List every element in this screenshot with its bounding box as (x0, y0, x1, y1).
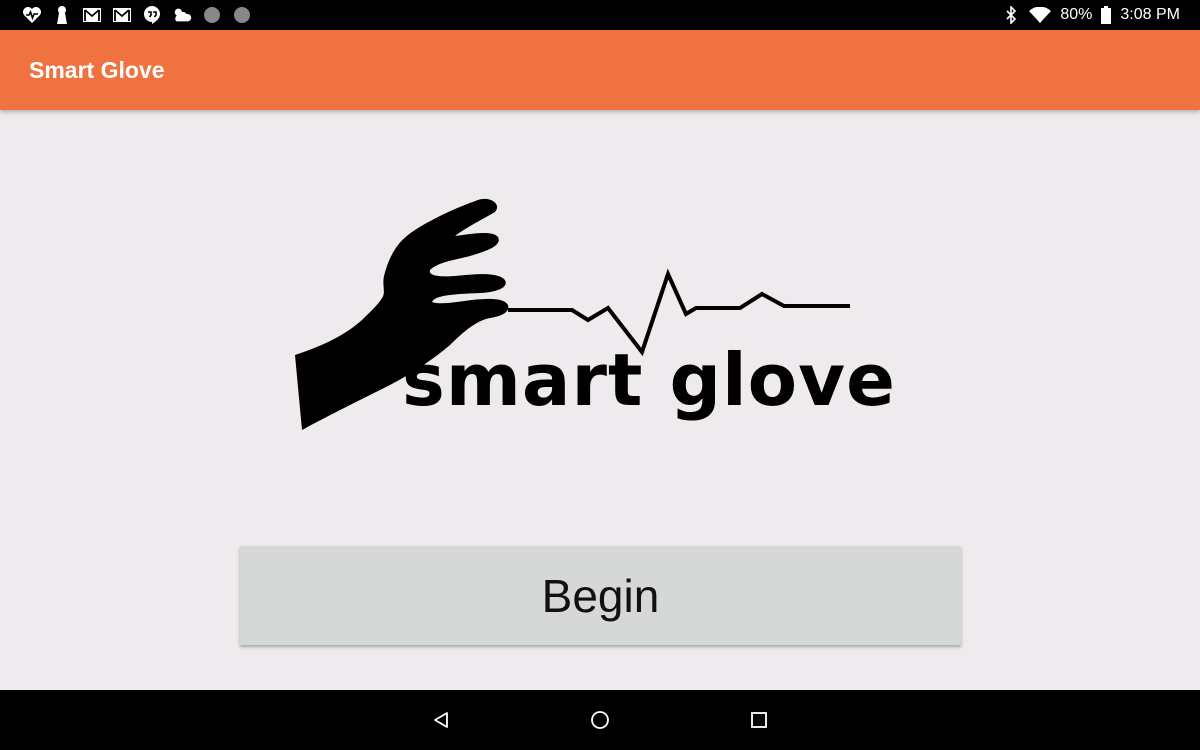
smart-glove-logo: smart glove (290, 190, 895, 460)
begin-button[interactable]: Begin (240, 546, 961, 645)
clock: 3:08 PM (1120, 6, 1180, 23)
status-bar: 80% 3:08 PM (0, 0, 1200, 30)
main-content: smart glove Begin (0, 110, 1200, 690)
screen: 80% 3:08 PM Smart Glove smart glove Begi… (0, 0, 1200, 750)
app-title: Smart Glove (29, 56, 165, 83)
recents-icon[interactable] (744, 706, 774, 734)
wifi-icon (1028, 5, 1052, 25)
keyhole-icon (52, 5, 72, 25)
logo-text: smart glove (402, 338, 896, 422)
dot-icon (232, 5, 252, 25)
weather-icon (172, 5, 192, 25)
dot-icon (202, 5, 222, 25)
notification-icons (22, 5, 252, 25)
gmail-icon (82, 5, 102, 25)
system-icons: 80% 3:08 PM (1002, 5, 1180, 25)
nav-bar (0, 690, 1200, 750)
battery-icon (1100, 5, 1112, 25)
heartbeat-icon (22, 5, 42, 25)
home-icon[interactable] (585, 706, 615, 734)
bluetooth-icon (1002, 5, 1020, 25)
battery-percent: 80% (1060, 6, 1093, 23)
app-bar: Smart Glove (0, 30, 1200, 110)
hangouts-icon (142, 5, 162, 25)
gmail-icon (112, 5, 132, 25)
back-icon[interactable] (426, 706, 456, 734)
